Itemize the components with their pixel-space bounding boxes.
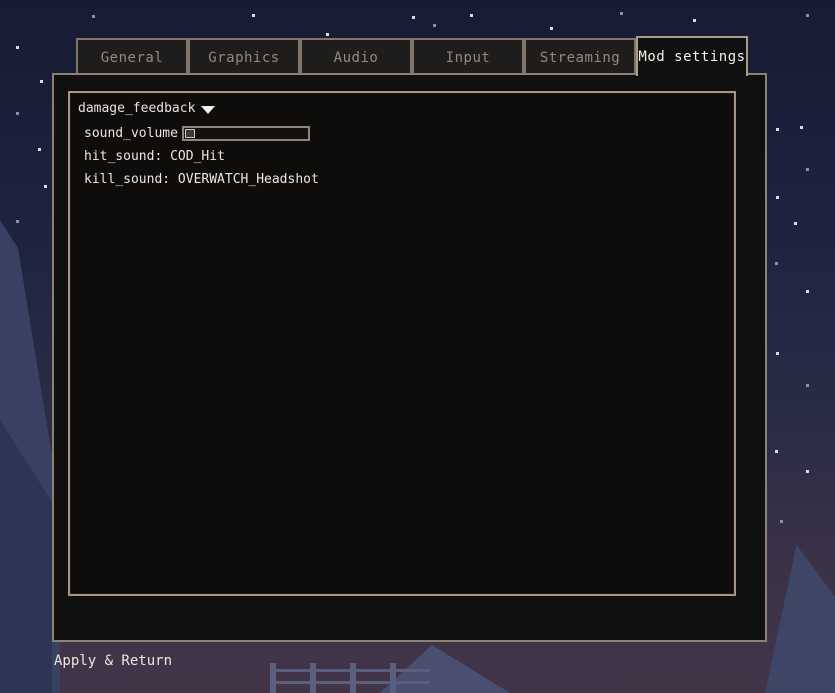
- star: [412, 16, 415, 19]
- sound-volume-slider[interactable]: [181, 126, 310, 141]
- tab-audio[interactable]: Audio: [300, 38, 412, 76]
- star: [44, 185, 47, 188]
- star: [776, 196, 779, 199]
- star: [252, 14, 255, 17]
- mod-group-damage-feedback[interactable]: damage_feedback: [78, 101, 216, 116]
- background-fence: [270, 655, 430, 693]
- star: [806, 14, 809, 17]
- star: [780, 520, 783, 523]
- star: [806, 168, 809, 171]
- star: [794, 222, 797, 225]
- star: [775, 450, 778, 453]
- background-mountain: [380, 645, 510, 693]
- settings-panel: damage_feedback sound_volume hit_sound: …: [52, 73, 767, 642]
- star: [620, 12, 623, 15]
- star: [775, 262, 778, 265]
- setting-kill-sound: kill_sound: OVERWATCH_Headshot: [84, 172, 319, 187]
- setting-sound-volume: sound_volume: [84, 126, 310, 141]
- kill-sound-value[interactable]: OVERWATCH_Headshot: [178, 172, 319, 187]
- tab-general[interactable]: General: [76, 38, 188, 76]
- tab-input[interactable]: Input: [412, 38, 524, 76]
- tab-mod-settings[interactable]: Mod settings: [636, 36, 748, 76]
- mod-settings-list: damage_feedback sound_volume hit_sound: …: [68, 91, 736, 596]
- star: [470, 14, 473, 17]
- mod-group-label: damage_feedback: [78, 101, 196, 116]
- settings-tabs: General Graphics Audio Input Streaming M…: [76, 36, 748, 76]
- setting-label: hit_sound:: [84, 149, 163, 164]
- tab-streaming[interactable]: Streaming: [524, 38, 636, 76]
- star: [693, 19, 696, 22]
- setting-label: sound_volume: [84, 126, 178, 141]
- star: [92, 15, 95, 18]
- star: [433, 24, 436, 27]
- star: [806, 384, 809, 387]
- star: [16, 46, 19, 49]
- apply-return-button[interactable]: Apply & Return: [54, 653, 172, 669]
- setting-label: kill_sound:: [84, 172, 171, 187]
- slider-handle[interactable]: [184, 129, 195, 138]
- setting-hit-sound: hit_sound: COD_Hit: [84, 149, 225, 164]
- star: [16, 220, 19, 223]
- star: [776, 352, 779, 355]
- star: [550, 27, 553, 30]
- background-mountain: [765, 545, 835, 693]
- background-mountain: [0, 220, 60, 693]
- tab-graphics[interactable]: Graphics: [188, 38, 300, 76]
- background-mountain: [0, 420, 52, 693]
- star: [806, 470, 809, 473]
- star: [40, 80, 43, 83]
- star: [800, 126, 803, 129]
- star: [16, 112, 19, 115]
- star: [776, 128, 779, 131]
- caret-down-icon: [201, 105, 216, 114]
- star: [38, 148, 41, 151]
- hit-sound-value[interactable]: COD_Hit: [170, 149, 225, 164]
- star: [806, 290, 809, 293]
